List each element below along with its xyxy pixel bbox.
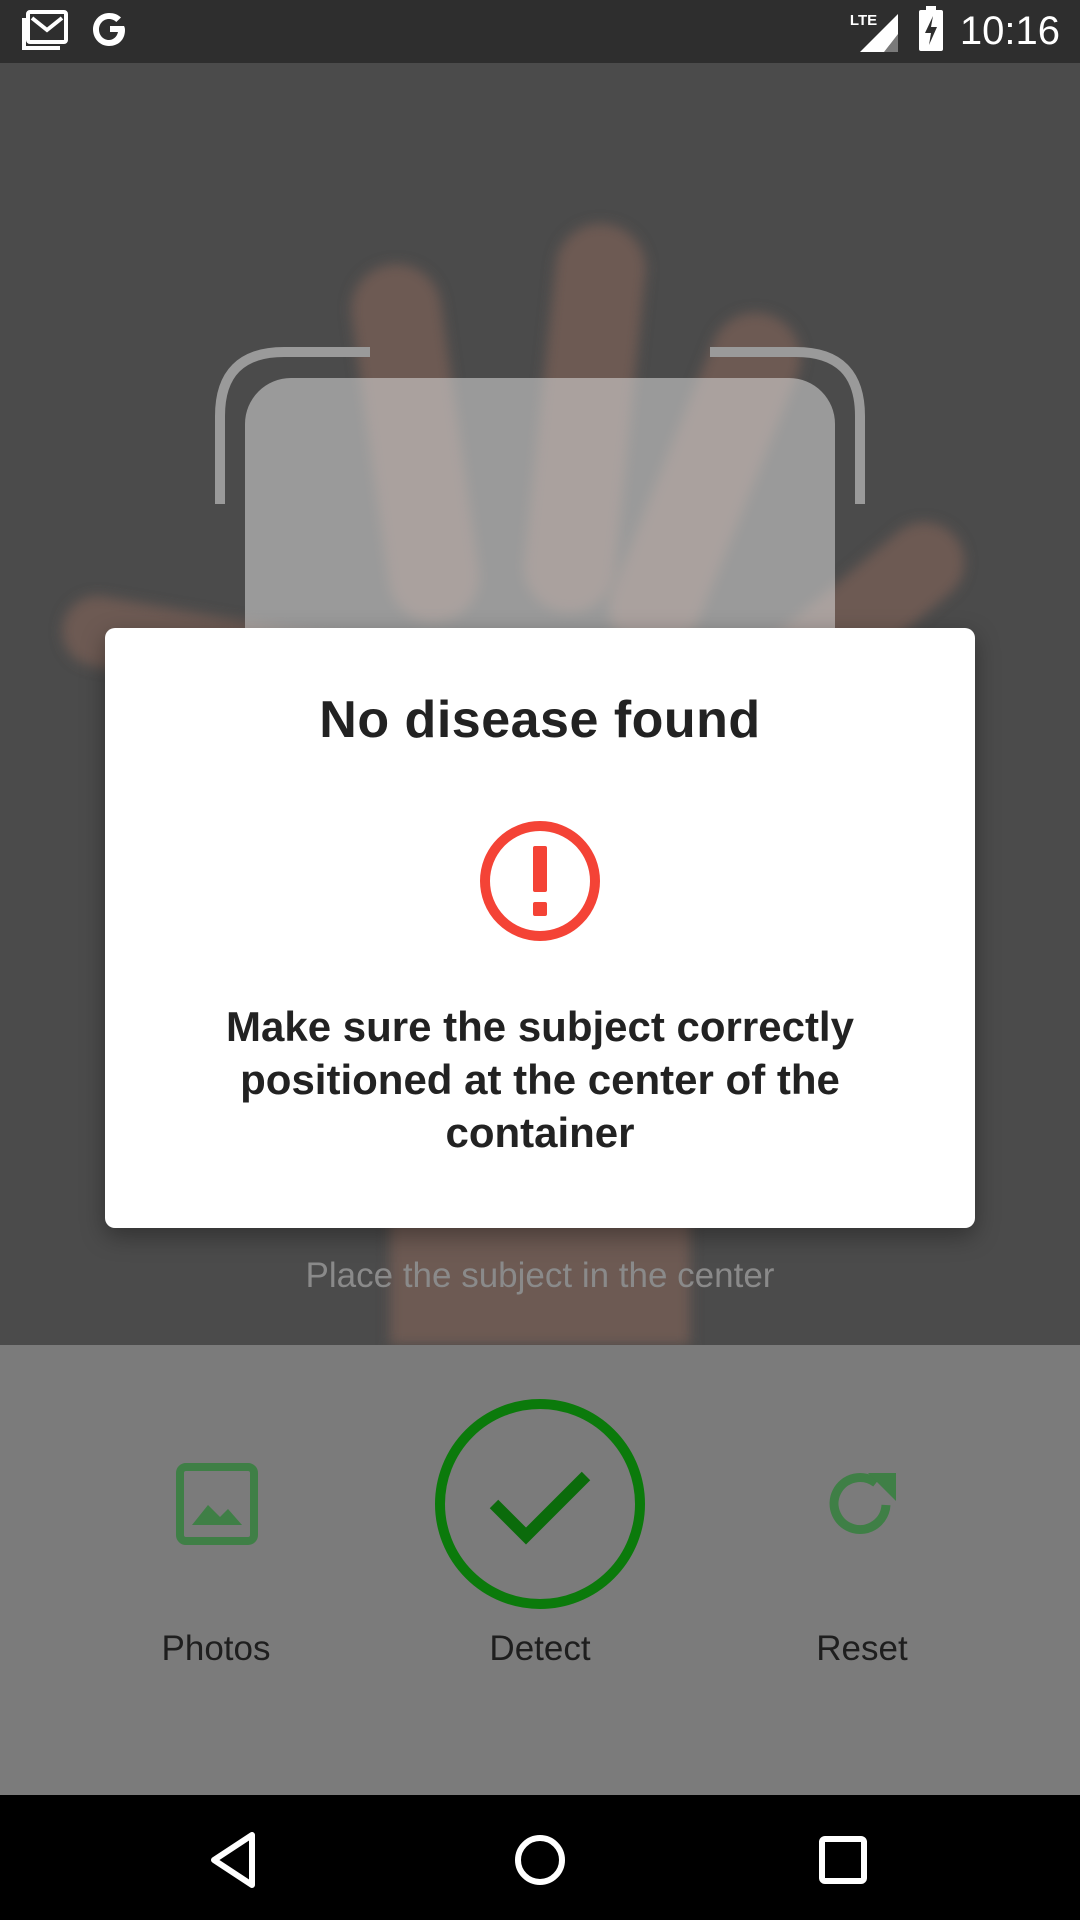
- dialog-title: No disease found: [319, 691, 761, 749]
- alert-dialog: No disease found Make sure the subject c…: [105, 628, 975, 1228]
- frame-bracket-top-left: [215, 347, 370, 504]
- status-system: LTE 10:16: [850, 6, 1060, 57]
- dialog-message: Make sure the subject correctly position…: [226, 1003, 854, 1156]
- reset-label: Reset: [816, 1629, 908, 1668]
- google-icon: [90, 10, 130, 55]
- navigation-bar: [0, 1795, 1080, 1920]
- battery-charging-icon: [918, 6, 944, 57]
- detect-button[interactable]: Detect: [420, 1345, 660, 1795]
- image-icon: [176, 1463, 258, 1545]
- back-icon[interactable]: [200, 1825, 270, 1895]
- home-icon[interactable]: [505, 1825, 575, 1895]
- status-notifications: [22, 10, 130, 55]
- status-time: 10:16: [959, 9, 1060, 53]
- status-bar: LTE 10:16: [0, 0, 1080, 63]
- gmail-icon: [22, 10, 70, 55]
- bottom-controls: Photos Detect Reset: [0, 1345, 1080, 1795]
- recents-icon[interactable]: [808, 1825, 878, 1895]
- refresh-icon: [829, 1473, 896, 1534]
- check-circle-icon: [435, 1399, 645, 1609]
- reset-button[interactable]: Reset: [742, 1345, 982, 1795]
- frame-bracket-top-right: [710, 347, 865, 504]
- hint-text: Place the subject in the center: [305, 1256, 775, 1295]
- detect-label: Detect: [489, 1629, 591, 1668]
- alert-circle-icon: [480, 821, 600, 941]
- photos-button[interactable]: Photos: [96, 1345, 336, 1795]
- lte-signal-icon: LTE: [850, 8, 902, 56]
- photos-label: Photos: [161, 1629, 271, 1668]
